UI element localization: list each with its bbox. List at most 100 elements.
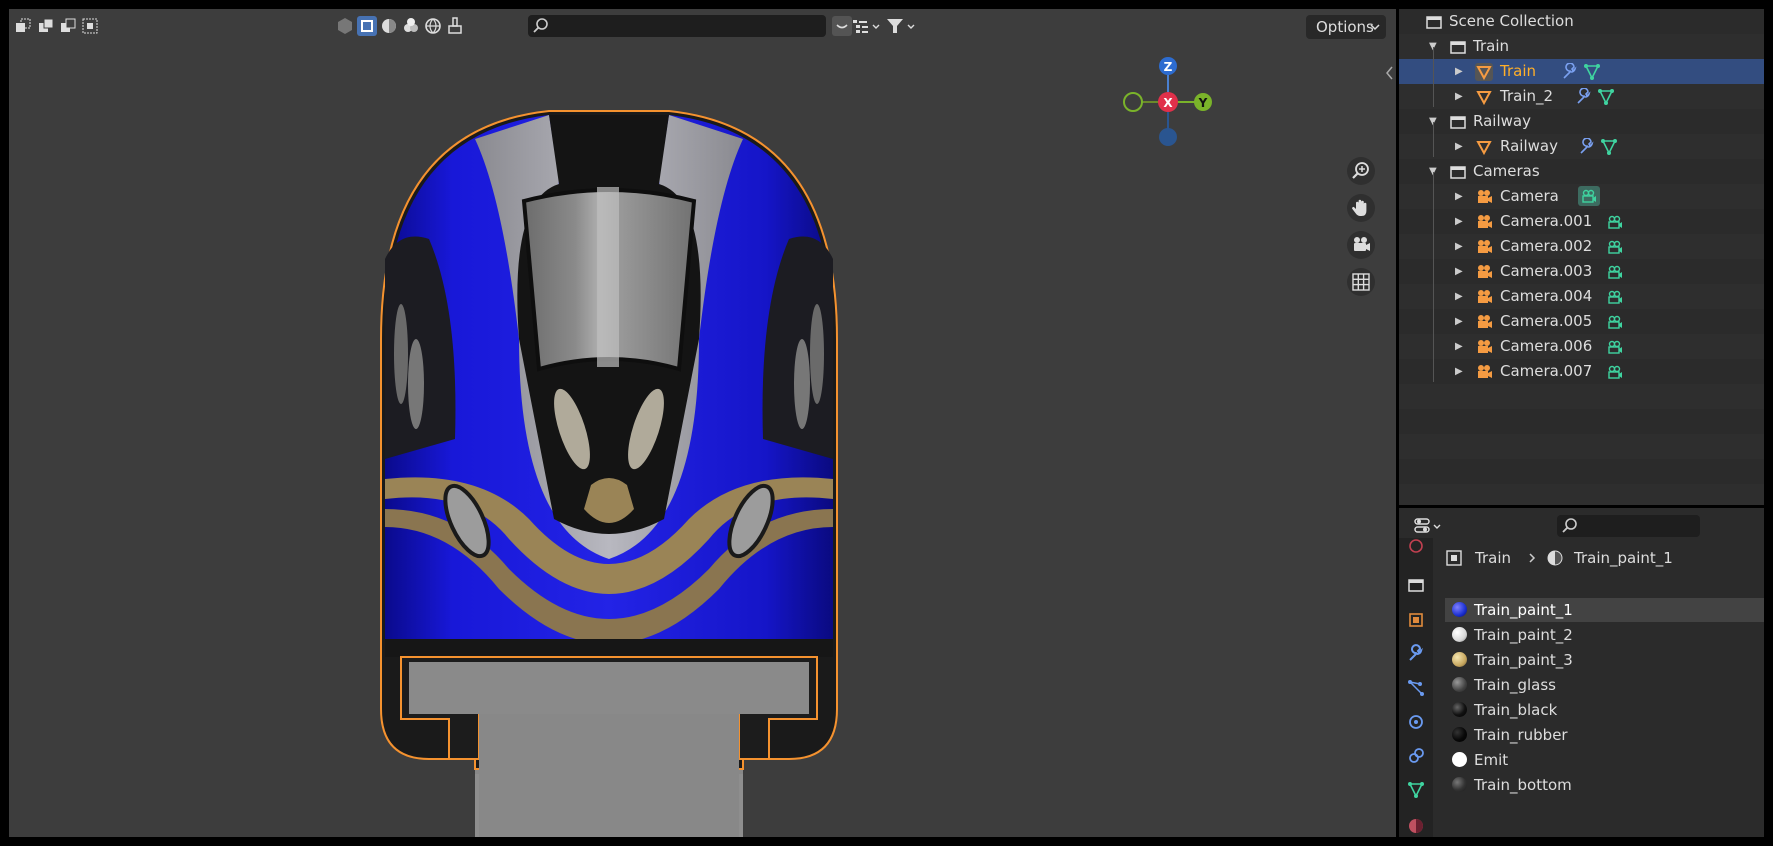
material-preview-icon bbox=[1452, 602, 1467, 617]
outliner-row-camera-006[interactable]: ▶ Camera.006 bbox=[1399, 334, 1764, 359]
expand-arrow-icon[interactable]: ▶ bbox=[1455, 209, 1463, 234]
mesh-data-icon[interactable] bbox=[1600, 138, 1618, 156]
outliner-row-camera-005[interactable]: ▶ Camera.005 bbox=[1399, 309, 1764, 334]
tab-modifier-wrench-icon[interactable] bbox=[1406, 644, 1426, 664]
expand-arrow-icon[interactable]: ▶ bbox=[1455, 184, 1463, 209]
expand-arrow-icon[interactable]: ▶ bbox=[1455, 359, 1463, 384]
outliner-row-train-object[interactable]: ▶ Train bbox=[1399, 59, 1764, 84]
material-sphere-icon bbox=[1547, 550, 1563, 566]
outliner-scene-collection[interactable]: Scene Collection bbox=[1399, 9, 1764, 34]
tab-collection-icon[interactable] bbox=[1406, 575, 1426, 595]
material-preview-icon bbox=[1452, 727, 1467, 742]
search-icon bbox=[1562, 518, 1577, 533]
expand-arrow-icon[interactable]: ▶ bbox=[1455, 334, 1463, 359]
mesh-object-icon bbox=[1475, 63, 1493, 81]
material-preview-icon bbox=[1452, 777, 1467, 792]
outliner-row-railway-collection[interactable]: ▼ Railway bbox=[1399, 109, 1764, 134]
outliner-row-railway-object[interactable]: ▶ Railway bbox=[1399, 134, 1764, 159]
material-slot[interactable]: Train_paint_2 bbox=[1445, 623, 1764, 647]
mesh-object-icon bbox=[1475, 88, 1493, 106]
wrench-icon[interactable] bbox=[1575, 88, 1593, 106]
outliner-label: Train_2 bbox=[1500, 87, 1554, 105]
camera-object-icon bbox=[1475, 263, 1493, 281]
wrench-icon[interactable] bbox=[1578, 138, 1596, 156]
tab-data-mesh-icon[interactable] bbox=[1406, 780, 1426, 800]
outliner-label: Train bbox=[1500, 62, 1536, 80]
wrench-icon[interactable] bbox=[1561, 63, 1579, 81]
outliner-row-camera-003[interactable]: ▶ Camera.003 bbox=[1399, 259, 1764, 284]
editor-type-dropdown[interactable] bbox=[1413, 516, 1445, 536]
camera-data-icon[interactable] bbox=[1606, 263, 1624, 281]
camera-data-icon[interactable] bbox=[1606, 313, 1624, 331]
expand-arrow-icon[interactable]: ▶ bbox=[1455, 134, 1463, 159]
expand-arrow-icon[interactable]: ▶ bbox=[1455, 84, 1463, 109]
outliner-label: Camera.001 bbox=[1500, 212, 1593, 230]
properties-search-input[interactable] bbox=[1557, 515, 1700, 537]
camera-data-icon[interactable] bbox=[1606, 213, 1624, 231]
camera-data-icon[interactable] bbox=[1606, 238, 1624, 256]
3d-viewport[interactable]: Options Z Y X bbox=[9, 9, 1396, 837]
tab-object-icon[interactable] bbox=[1406, 610, 1426, 630]
collection-icon bbox=[1425, 13, 1443, 31]
tab-physics-icon[interactable] bbox=[1406, 712, 1426, 732]
material-slot[interactable]: Train_black bbox=[1445, 698, 1764, 722]
material-preview-icon bbox=[1452, 652, 1467, 667]
outliner-root-label: Scene Collection bbox=[1449, 12, 1574, 30]
mesh-data-icon[interactable] bbox=[1597, 88, 1615, 106]
camera-data-icon[interactable] bbox=[1578, 186, 1600, 206]
expand-arrow-icon[interactable]: ▶ bbox=[1455, 309, 1463, 334]
material-slot-label: Train_paint_1 bbox=[1474, 601, 1573, 619]
camera-object-icon bbox=[1475, 288, 1493, 306]
outliner-label: Camera.003 bbox=[1500, 262, 1593, 280]
material-slot-label: Train_rubber bbox=[1474, 726, 1568, 744]
outliner-label: Camera.007 bbox=[1500, 362, 1593, 380]
outliner-label: Railway bbox=[1500, 137, 1558, 155]
material-slot[interactable]: Train_rubber bbox=[1445, 723, 1764, 747]
material-slot[interactable]: Emit bbox=[1445, 748, 1764, 772]
outliner-label: Camera bbox=[1500, 187, 1559, 205]
expand-arrow-icon[interactable]: ▶ bbox=[1455, 234, 1463, 259]
material-preview-icon bbox=[1452, 702, 1467, 717]
outliner-label: Railway bbox=[1473, 112, 1531, 130]
collection-icon bbox=[1449, 163, 1467, 181]
material-slot[interactable]: Train_bottom bbox=[1445, 773, 1764, 797]
outliner-label: Camera.002 bbox=[1500, 237, 1593, 255]
outliner-label: Train bbox=[1473, 37, 1509, 55]
tab-particles-icon[interactable] bbox=[1406, 678, 1426, 698]
outliner-row-camera-004[interactable]: ▶ Camera.004 bbox=[1399, 284, 1764, 309]
camera-object-icon bbox=[1475, 188, 1493, 206]
properties-tab-strip bbox=[1399, 538, 1433, 837]
tab-constraints-icon[interactable] bbox=[1406, 746, 1426, 766]
breadcrumb-object[interactable]: Train bbox=[1475, 546, 1511, 570]
outliner-row-camera-001[interactable]: ▶ Camera.001 bbox=[1399, 209, 1764, 234]
expand-arrow-icon[interactable]: ▶ bbox=[1455, 59, 1463, 84]
tab-material-icon[interactable] bbox=[1406, 814, 1426, 834]
material-slot[interactable]: Train_paint_3 bbox=[1445, 648, 1764, 672]
tab-world-icon[interactable] bbox=[1406, 538, 1426, 558]
material-slot-label: Train_glass bbox=[1474, 676, 1557, 694]
collection-icon bbox=[1449, 38, 1467, 56]
outliner-row-camera[interactable]: ▶ Camera bbox=[1399, 184, 1764, 209]
expand-arrow-icon[interactable]: ▶ bbox=[1455, 284, 1463, 309]
camera-data-icon[interactable] bbox=[1606, 288, 1624, 306]
train-front-model[interactable] bbox=[9, 9, 1396, 837]
material-slot-label: Train_black bbox=[1474, 701, 1558, 719]
outliner-empty-row bbox=[1399, 384, 1764, 409]
outliner-row-camera-007[interactable]: ▶ Camera.007 bbox=[1399, 359, 1764, 384]
material-preview-icon bbox=[1452, 752, 1467, 767]
mesh-data-icon[interactable] bbox=[1583, 63, 1601, 81]
outliner-row-train-collection[interactable]: ▼ Train bbox=[1399, 34, 1764, 59]
material-slot[interactable]: Train_paint_1 bbox=[1445, 598, 1764, 622]
outliner-row-train2-object[interactable]: ▶ Train_2 bbox=[1399, 84, 1764, 109]
material-slot-label: Emit bbox=[1474, 751, 1509, 769]
expand-arrow-icon[interactable]: ▶ bbox=[1455, 259, 1463, 284]
camera-data-icon[interactable] bbox=[1606, 338, 1624, 356]
outliner-row-camera-002[interactable]: ▶ Camera.002 bbox=[1399, 234, 1764, 259]
breadcrumb-material[interactable]: Train_paint_1 bbox=[1574, 546, 1673, 570]
material-slot[interactable]: Train_glass bbox=[1445, 673, 1764, 697]
outliner-row-cameras-collection[interactable]: ▼ Cameras bbox=[1399, 159, 1764, 184]
material-preview-icon bbox=[1452, 627, 1467, 642]
outliner-empty-row bbox=[1399, 484, 1764, 505]
camera-data-icon[interactable] bbox=[1606, 363, 1624, 381]
material-slot-label: Train_paint_2 bbox=[1474, 626, 1573, 644]
